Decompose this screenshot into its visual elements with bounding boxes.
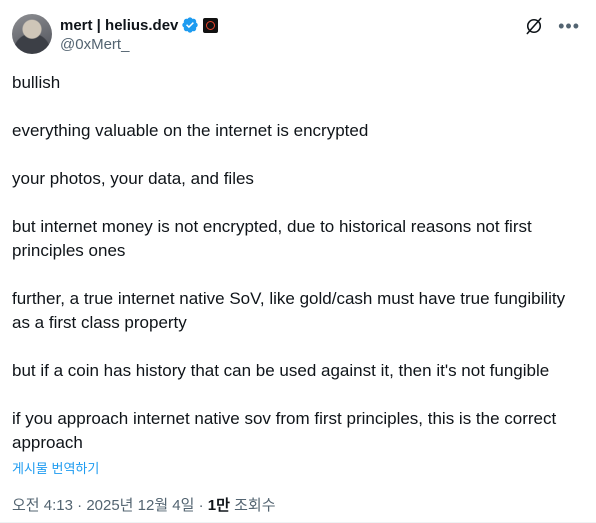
verified-badge-icon[interactable] <box>181 16 199 34</box>
name-row: mert | helius.dev <box>60 15 219 35</box>
author-handle[interactable]: @0xMert_ <box>60 36 218 53</box>
tweet-paragraph: bullish <box>12 73 61 92</box>
affiliation-badge-icon[interactable] <box>203 17 219 33</box>
tweet-detail: mert | helius.dev @0xMert_ ••• bullish e… <box>0 0 596 523</box>
views-label: 조회수 <box>234 497 276 514</box>
tweet-header: mert | helius.dev @0xMert_ ••• <box>12 14 584 58</box>
meta-separator: · <box>198 497 204 514</box>
tweet-paragraph: but if a coin has history that can be us… <box>12 361 550 380</box>
tweet-paragraph: further, a true internet native SoV, lik… <box>12 289 566 332</box>
tweet-time[interactable]: 오전 4:13 <box>12 497 73 514</box>
tweet-paragraph: everything valuable on the internet is e… <box>12 121 369 140</box>
views-count: 1만 <box>207 497 230 514</box>
tweet-text: bullish everything valuable on the inter… <box>12 71 587 455</box>
tweet-paragraph: if you approach internet native sov from… <box>12 409 557 452</box>
tweet-paragraph: your photos, your data, and files <box>12 169 254 188</box>
tweet-date[interactable]: 2025년 12월 4일 <box>86 497 194 514</box>
more-icon[interactable]: ••• <box>558 17 580 35</box>
tweet-paragraph: but internet money is not encrypted, due… <box>12 217 532 260</box>
translate-post-link[interactable]: 게시물 번역하기 <box>12 458 99 477</box>
tweet-meta: 오전 4:13 · 2025년 12월 4일 · 1만 조회수 <box>12 494 276 515</box>
author-display-name[interactable]: mert | helius.dev <box>60 17 178 34</box>
author-info: mert | helius.dev @0xMert_ <box>60 15 219 53</box>
avatar[interactable] <box>12 14 52 54</box>
meta-separator: · <box>77 497 83 514</box>
header-actions: ••• <box>524 16 580 36</box>
grok-icon[interactable] <box>524 16 544 36</box>
